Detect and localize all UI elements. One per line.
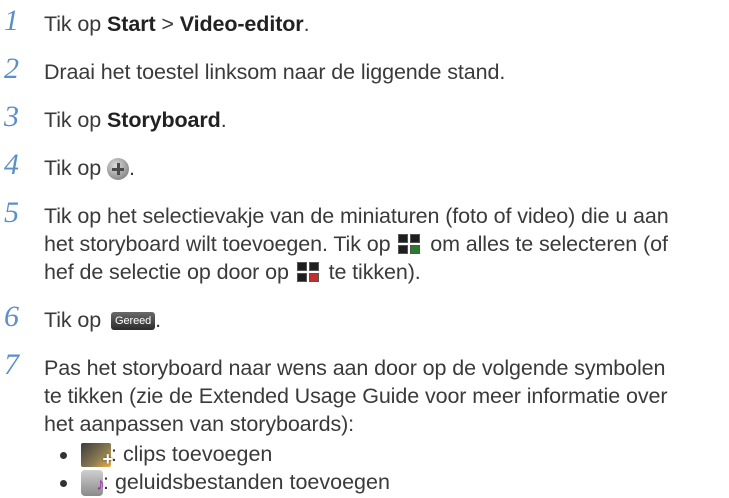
step-number: 7 (4, 348, 19, 381)
list-item: : clips toevoegen (60, 440, 720, 473)
step-text: Tik op Gereed. (44, 308, 161, 332)
step-number: 3 (4, 100, 19, 133)
step-number: 2 (4, 52, 19, 85)
step-text: Tik op het selectievakje van de miniatur… (44, 204, 669, 284)
step-text: Tik op Storyboard. (44, 108, 227, 132)
step-number: 6 (4, 300, 19, 333)
bullet-list: : clips toevoegen : geluidsbestanden toe… (60, 440, 720, 498)
list-item: : geluidsbestanden toevoegen (60, 468, 720, 498)
step-text: Tik op Start > Video-editor. (44, 12, 310, 36)
select-all-icon (398, 234, 422, 256)
step-number: 1 (4, 4, 19, 37)
step-text: Pas het storyboard naar wens aan door op… (44, 356, 668, 436)
clip-add-icon (81, 443, 113, 473)
done-button: Gereed (111, 312, 156, 331)
deselect-all-icon (296, 262, 321, 284)
step-number: 4 (4, 148, 19, 181)
start-label: Start (107, 12, 156, 36)
step-number: 5 (4, 196, 19, 229)
storyboard-label: Storyboard (107, 108, 221, 132)
video-editor-label: Video-editor (179, 12, 304, 36)
plus-icon (107, 158, 130, 181)
audio-add-icon (81, 470, 105, 498)
step-text: Draai het toestel linksom naar de liggen… (44, 60, 506, 84)
step-text: Tik op . (44, 156, 135, 181)
